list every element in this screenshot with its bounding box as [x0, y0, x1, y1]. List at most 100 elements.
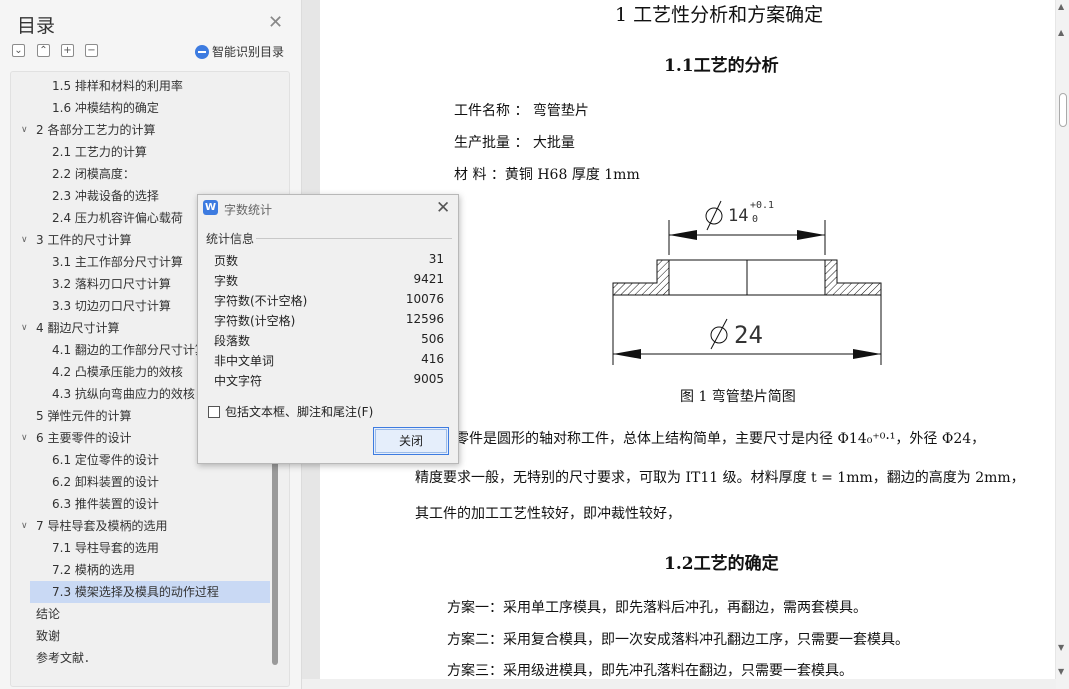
stat-label: 字符数(不计空格) — [214, 294, 308, 308]
smart-recognize-toc-button[interactable]: 智能识别目录 — [195, 43, 284, 60]
chevron-down-icon[interactable]: ∨ — [21, 317, 28, 339]
stat-label: 字符数(计空格) — [214, 314, 296, 328]
toc-item-label: 3.3 切边刃口尺寸计算 — [52, 299, 171, 313]
top-dim-tol-lower: 0 — [752, 214, 758, 225]
stat-row: 页数 31 — [214, 252, 444, 272]
toc-item[interactable]: 2.1 工艺力的计算 — [11, 141, 271, 163]
toc-item[interactable]: ∨ 7 导柱导套及模柄的选用 — [11, 515, 271, 537]
toc-item[interactable]: 结论 — [11, 603, 271, 625]
add-icon[interactable]: + — [61, 44, 74, 57]
stat-value: 9005 — [413, 372, 444, 386]
toc-item-label: 2 各部分工艺力的计算 — [36, 123, 156, 137]
stat-value: 12596 — [405, 312, 444, 326]
toc-item-label: 4 翻边尺寸计算 — [36, 321, 120, 335]
toc-item[interactable]: 参考文献． — [11, 647, 271, 669]
toc-item-label: 2.4 压力机容许偏心载荷 — [52, 211, 183, 225]
smart-toc-label: 智能识别目录 — [212, 45, 285, 59]
stat-row: 字符数(不计空格) 10076 — [214, 292, 444, 312]
chevron-down-icon[interactable]: ∨ — [21, 515, 28, 537]
stat-row: 中文字符 9005 — [214, 372, 444, 392]
chevron-down-icon[interactable]: ∨ — [21, 119, 28, 141]
stat-label: 页数 — [214, 254, 239, 268]
stat-value: 506 — [421, 332, 444, 346]
paragraph-line-3: 其工件的加工工艺性较好，即冲裁性较好， — [415, 506, 681, 522]
toc-item-label: 致谢 — [36, 629, 61, 643]
toc-item[interactable]: ∨ 2 各部分工艺力的计算 — [11, 119, 271, 141]
heading-1-1: 1.1工艺的分析 — [664, 56, 779, 76]
toc-item[interactable]: 7.2 模柄的选用 — [11, 559, 271, 581]
close-icon[interactable]: ✕ — [268, 14, 283, 32]
toc-item-label: 7.1 导柱导套的选用 — [52, 541, 159, 555]
stats-section-label: 统计信息 — [206, 232, 255, 246]
batch-line: 生产批量 ： 大批量 — [454, 135, 575, 151]
toc-item-label: 7 导柱导套及模柄的选用 — [36, 519, 168, 533]
toc-item-label: 3 工件的尺寸计算 — [36, 233, 132, 247]
toc-item-label: 6.3 推件装置的设计 — [52, 497, 159, 511]
toc-item-label: 3.2 落料刃口尺寸计算 — [52, 277, 171, 291]
scroll-up-icon[interactable]: ▲ — [1058, 28, 1064, 37]
word-count-dialog: W 字数统计 ✕ 统计信息 页数 31 字数 9421 字符数(不计空格) 10076 字符… — [197, 194, 459, 464]
toc-item[interactable]: 1.5 排样和材料的利用率 — [11, 75, 271, 97]
plan-2: 方案二：采用复合模具，即一次安成落料冲孔翻边工序，只需要一套模具。 — [447, 632, 909, 648]
heading-1: 1 工艺性分析和方案确定 — [615, 4, 824, 26]
stat-label: 段落数 — [214, 334, 251, 348]
close-icon[interactable]: ✕ — [436, 198, 450, 218]
toc-item-label: 3.1 主工作部分尺寸计算 — [52, 255, 183, 269]
toc-item-label: 结论 — [36, 607, 61, 621]
stat-value: 416 — [421, 352, 444, 366]
toc-item-label: 4.3 抗纵向弯曲应力的效核 — [52, 387, 195, 401]
stat-value: 31 — [428, 252, 444, 266]
toc-item-label: 5 弹性元件的计算 — [36, 409, 132, 423]
stat-value: 10076 — [405, 292, 444, 306]
stat-value: 9421 — [413, 272, 444, 286]
toc-item-label: 6.2 卸料装置的设计 — [52, 475, 159, 489]
bottom-dim-value: 24 — [734, 321, 763, 349]
checkbox-label: 包括文本框、脚注和尾注(F) — [225, 405, 374, 419]
stat-label: 字数 — [214, 274, 239, 288]
wps-logo-icon: W — [203, 200, 218, 215]
part-name-line: 工件名称 ： 弯管垫片 — [454, 103, 589, 119]
paragraph-line-2: 精度要求一般，无特别的尺寸要求，可取为 IT11 级。材料厚度 t = 1mm，… — [415, 470, 1025, 486]
close-button[interactable]: 关闭 — [373, 427, 449, 455]
chevron-down-icon[interactable]: ∨ — [21, 427, 28, 449]
stat-row: 非中文单词 416 — [214, 352, 444, 372]
toc-item[interactable]: 致谢 — [11, 625, 271, 647]
toc-item-label: 2.1 工艺力的计算 — [52, 145, 147, 159]
toc-scrollbar[interactable] — [272, 455, 278, 665]
toc-item-label: 7.2 模柄的选用 — [52, 563, 135, 577]
toc-item[interactable]: 2.2 闭模高度： — [11, 163, 271, 185]
part-drawing-figure: 14 +0.1 0 24 — [612, 200, 882, 365]
material-line: 材 料 ：黄铜 H68 厚度 1mm — [454, 167, 640, 183]
stat-label: 中文字符 — [214, 374, 263, 388]
plan-3: 方案三：采用级进模具，即先冲孔落料在翻边，只需要一套模具。 — [447, 663, 853, 679]
toc-item-label: 4.1 翻边的工作部分尺寸计算 — [52, 343, 207, 357]
expand-all-icon[interactable]: ⌄ — [12, 44, 25, 57]
toc-item[interactable]: 6.2 卸料装置的设计 — [11, 471, 271, 493]
toc-item-label: 7.3 模架选择及模具的动作过程 — [52, 585, 219, 599]
paragraph-line-1: 零件是圆形的轴对称工件，总体上结构简单，主要尺寸是内径 Φ14₀⁺⁰·¹，外径 … — [455, 431, 986, 447]
toc-item[interactable]: 6.3 推件装置的设计 — [11, 493, 271, 515]
toc-item-label: 2.2 闭模高度： — [52, 167, 135, 181]
toc-item-label: 6.1 定位零件的设计 — [52, 453, 159, 467]
scroll-up-icon[interactable]: ▲ — [1058, 2, 1064, 11]
remove-icon[interactable]: − — [85, 44, 98, 57]
collapse-all-icon[interactable]: ⌃ — [37, 44, 50, 57]
checkbox[interactable] — [208, 405, 220, 418]
scroll-down-icon[interactable]: ▼ — [1058, 643, 1064, 652]
heading-1-2: 1.2工艺的确定 — [664, 554, 779, 574]
stat-row: 字符数(计空格) 12596 — [214, 312, 444, 332]
stat-row: 字数 9421 — [214, 272, 444, 292]
chevron-down-icon[interactable]: ∨ — [21, 229, 28, 251]
toc-title: 目录 — [17, 15, 56, 37]
include-textbox-checkbox[interactable]: 包括文本框、脚注和尾注(F) — [208, 403, 373, 420]
toc-item[interactable]: 7.3 模架选择及模具的动作过程 — [30, 581, 270, 603]
toc-item[interactable]: 1.6 冲模结构的确定 — [11, 97, 271, 119]
smart-toc-icon — [195, 44, 209, 59]
vertical-scroll-thumb[interactable] — [1059, 93, 1067, 127]
toc-item-label: 2.3 冲裁设备的选择 — [52, 189, 159, 203]
scroll-down-icon[interactable]: ▼ — [1058, 667, 1064, 676]
toc-item[interactable]: 7.1 导柱导套的选用 — [11, 537, 271, 559]
toc-item-label: 1.5 排样和材料的利用率 — [52, 79, 183, 93]
stat-row: 段落数 506 — [214, 332, 444, 352]
horizontal-scrollbar[interactable] — [302, 679, 1056, 689]
